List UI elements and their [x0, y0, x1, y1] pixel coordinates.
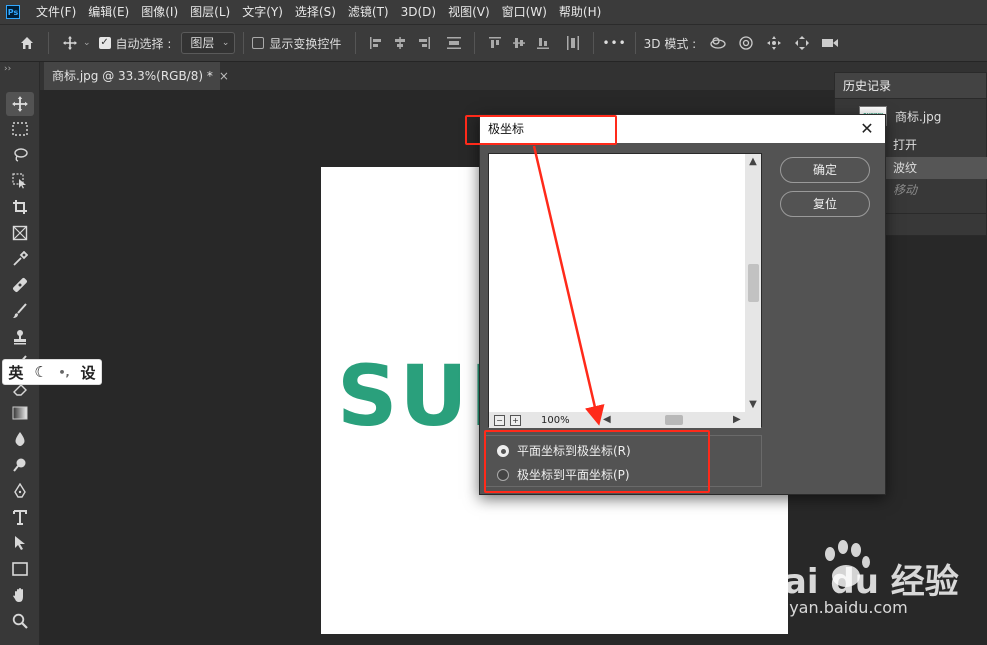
align-middle-v-icon[interactable]: [507, 31, 531, 55]
move-tool-icon[interactable]: [57, 30, 83, 56]
baidu-watermark: Bai du 经验 jingyan.baidu.com: [758, 540, 978, 630]
divider: [243, 32, 245, 54]
menu-image[interactable]: 图像(I): [135, 0, 184, 24]
path-selection-tool-icon[interactable]: [6, 531, 34, 555]
filter-preview: ▲ ▼ − + 100% ◀ ▶: [488, 153, 762, 428]
align-top-icon[interactable]: [483, 31, 507, 55]
3d-roll-icon[interactable]: [734, 31, 758, 55]
type-tool-icon[interactable]: [6, 505, 34, 529]
chevron-down-icon[interactable]: ⌄: [83, 38, 91, 48]
3d-orbit-icon[interactable]: [706, 31, 730, 55]
scroll-left-icon[interactable]: ◀: [603, 414, 611, 425]
menu-type[interactable]: 文字(Y): [236, 0, 289, 24]
collapse-panel-icon[interactable]: ››: [4, 64, 11, 74]
preview-zoom-bar: − + 100% ◀ ▶: [489, 412, 761, 428]
ime-language-label[interactable]: 英: [8, 362, 23, 383]
align-right-icon[interactable]: [412, 31, 436, 55]
options-bar: ⌄ ✓ 自动选择 : 图层 ⌄ 显示变换控件 ••• 3D 模式 :: [0, 24, 987, 62]
close-icon[interactable]: ✕: [855, 115, 879, 143]
menu-3d[interactable]: 3D(D): [395, 0, 442, 24]
3d-slide-icon[interactable]: [790, 31, 814, 55]
distribute-icon[interactable]: [442, 31, 466, 55]
divider: [474, 32, 476, 54]
close-icon[interactable]: ×: [219, 69, 229, 83]
divider: [634, 32, 636, 54]
3d-mode-label: 3D 模式 :: [643, 36, 697, 51]
3d-camera-icon[interactable]: [818, 31, 842, 55]
history-panel-title[interactable]: 历史记录: [835, 73, 986, 99]
snapshot-label: 商标.jpg: [895, 109, 942, 124]
show-transform-label: 显示变换控件: [269, 36, 342, 51]
auto-select-label: 自动选择 :: [115, 36, 172, 51]
auto-select-dropdown[interactable]: 图层 ⌄: [181, 32, 236, 54]
3d-pan-icon[interactable]: [762, 31, 786, 55]
menu-view[interactable]: 视图(V): [442, 0, 496, 24]
dodge-tool-icon[interactable]: [6, 453, 34, 477]
clone-stamp-tool-icon[interactable]: [6, 325, 34, 349]
brush-tool-icon[interactable]: [6, 299, 34, 323]
eyedropper-tool-icon[interactable]: [6, 247, 34, 271]
photoshop-logo-icon: Ps: [6, 5, 20, 19]
frame-tool-icon[interactable]: [6, 221, 34, 245]
align-left-icon[interactable]: [364, 31, 388, 55]
ime-settings-label[interactable]: 设: [81, 362, 96, 383]
gradient-tool-icon[interactable]: [6, 401, 34, 425]
scroll-thumb[interactable]: [748, 264, 759, 302]
horizontal-scroll-thumb[interactable]: [665, 415, 683, 425]
preview-image[interactable]: [489, 154, 747, 412]
show-transform-checkbox[interactable]: [252, 37, 265, 49]
tab-document[interactable]: 商标.jpg @ 33.3%(RGB/8) * ×: [44, 62, 229, 90]
move-tool-icon[interactable]: [6, 92, 34, 116]
marquee-tool-icon[interactable]: [6, 117, 34, 141]
menu-filter[interactable]: 滤镜(T): [342, 0, 395, 24]
zoom-in-button[interactable]: +: [510, 414, 521, 426]
object-select-tool-icon[interactable]: [6, 169, 34, 193]
menu-bar: Ps 文件(F) 编辑(E) 图像(I) 图层(L) 文字(Y) 选择(S) 滤…: [0, 0, 987, 24]
align-bottom-icon[interactable]: [531, 31, 555, 55]
divider: [593, 32, 595, 54]
more-options-button[interactable]: •••: [602, 36, 626, 50]
menu-select[interactable]: 选择(S): [289, 0, 342, 24]
align-center-h-icon[interactable]: [388, 31, 412, 55]
ime-status-bar[interactable]: 英 ☾ •, 设: [2, 359, 102, 385]
menu-help[interactable]: 帮助(H): [553, 0, 607, 24]
zoom-out-button[interactable]: −: [494, 414, 505, 426]
home-icon[interactable]: [14, 30, 40, 56]
lasso-tool-icon[interactable]: [6, 143, 34, 167]
scroll-up-icon[interactable]: ▲: [745, 156, 761, 167]
watermark-brand: Bai du 经验: [758, 562, 959, 602]
options-highlight-box: [484, 430, 710, 493]
menu-layer[interactable]: 图层(L): [184, 0, 236, 24]
tab-title: 商标.jpg @ 33.3%(RGB/8) *: [52, 69, 213, 83]
zoom-level: 100%: [541, 414, 570, 426]
moon-icon[interactable]: ☾: [34, 363, 47, 381]
punctuation-icon[interactable]: •,: [59, 366, 70, 379]
menu-file[interactable]: 文件(F): [30, 0, 82, 24]
ok-button[interactable]: 确定: [780, 157, 870, 183]
preview-vertical-scrollbar[interactable]: ▲ ▼: [745, 154, 761, 412]
title-highlight-box: [465, 115, 617, 145]
watermark-url: jingyan.baidu.com: [760, 598, 908, 617]
menu-window[interactable]: 窗口(W): [496, 0, 553, 24]
chevron-down-icon: ⌄: [221, 38, 230, 48]
scroll-right-icon[interactable]: ▶: [733, 414, 741, 425]
hand-tool-icon[interactable]: [6, 583, 34, 607]
blur-tool-icon[interactable]: [6, 427, 34, 451]
divider: [48, 32, 49, 54]
menu-edit[interactable]: 编辑(E): [82, 0, 135, 24]
rectangle-tool-icon[interactable]: [6, 557, 34, 581]
zoom-tool-icon[interactable]: [6, 609, 34, 633]
pen-tool-icon[interactable]: [6, 479, 34, 503]
healing-brush-tool-icon[interactable]: [6, 273, 34, 297]
distribute-v-icon[interactable]: [561, 31, 585, 55]
scroll-down-icon[interactable]: ▼: [745, 399, 761, 410]
divider: [355, 32, 357, 54]
crop-tool-icon[interactable]: [6, 195, 34, 219]
auto-select-checkbox[interactable]: ✓: [98, 37, 111, 49]
tools-panel: ››: [0, 62, 40, 645]
reset-button[interactable]: 复位: [780, 191, 870, 217]
